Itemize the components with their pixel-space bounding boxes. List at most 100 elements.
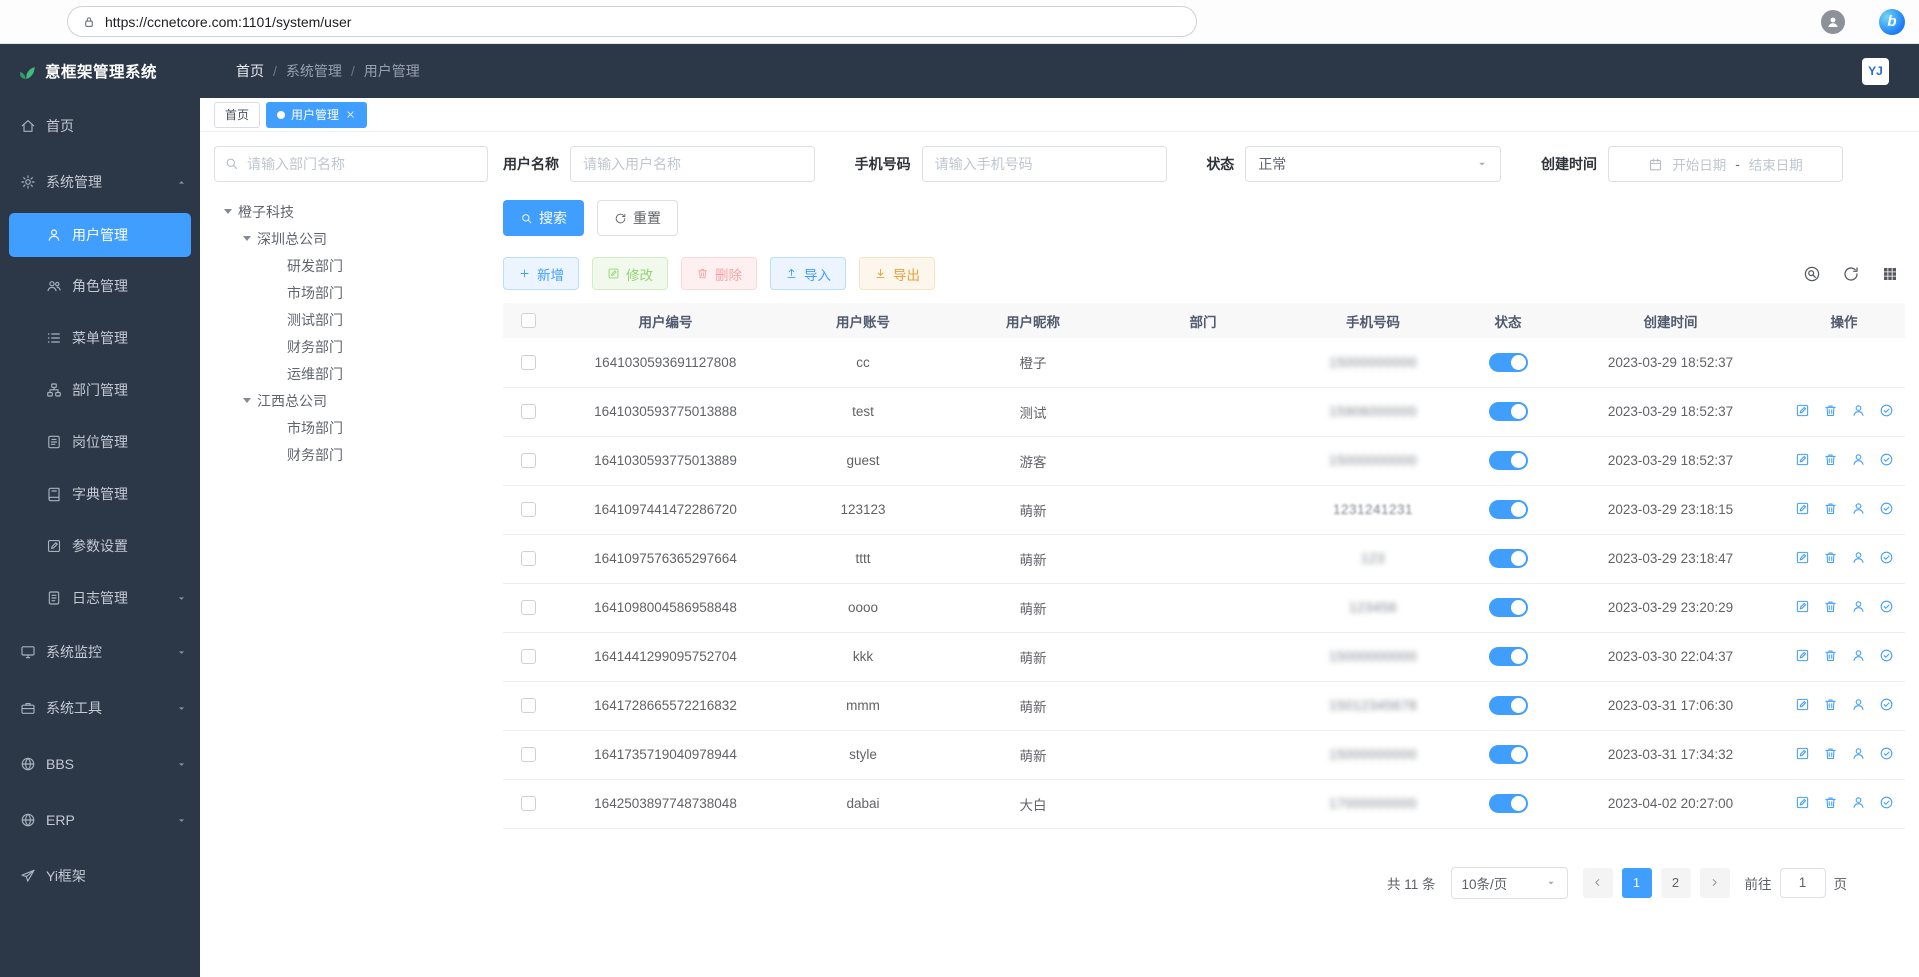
zoom-icon[interactable] — [1701, 19, 1707, 25]
sidebar-item-user-mgmt[interactable]: 用户管理 — [9, 213, 191, 257]
split-screen-icon[interactable] — [1761, 19, 1767, 25]
date-range-picker[interactable]: 开始日期 - 结束日期 — [1608, 146, 1843, 182]
tab-user-mgmt[interactable]: 用户管理 — [266, 102, 367, 128]
browser-profile-avatar[interactable] — [1821, 10, 1845, 34]
column-header[interactable]: 用户账号 — [778, 303, 948, 338]
delete-action-icon[interactable] — [1823, 501, 1838, 516]
sidebar-item-bbs[interactable]: BBS — [0, 736, 200, 792]
assign-role-action-icon[interactable] — [1879, 648, 1894, 663]
delete-action-icon[interactable] — [1823, 746, 1838, 761]
tree-node[interactable]: 研发部门 — [214, 252, 488, 279]
breadcrumb-item[interactable]: 系统管理 — [286, 61, 342, 81]
status-toggle[interactable] — [1489, 451, 1528, 470]
assign-role-action-icon[interactable] — [1879, 697, 1894, 712]
tree-node[interactable]: 财务部门 — [214, 333, 488, 360]
caret-down-icon[interactable] — [243, 398, 251, 403]
sidebar-item-param-settings[interactable]: 参数设置 — [0, 520, 200, 572]
status-toggle[interactable] — [1489, 402, 1528, 421]
edit-action-icon[interactable] — [1795, 599, 1810, 614]
reload-icon[interactable] — [29, 18, 37, 26]
row-checkbox[interactable] — [521, 551, 536, 566]
assign-role-action-icon[interactable] — [1879, 550, 1894, 565]
caret-down-icon[interactable] — [243, 236, 251, 241]
username-input[interactable] — [570, 146, 815, 182]
tab-home[interactable]: 首页 — [214, 102, 260, 128]
reset-password-action-icon[interactable] — [1851, 648, 1866, 663]
refresh-table-icon[interactable] — [1842, 265, 1860, 283]
edit-action-icon[interactable] — [1795, 746, 1810, 761]
column-header[interactable]: 部门 — [1118, 303, 1288, 338]
sidebar-item-dept-mgmt[interactable]: 部门管理 — [0, 364, 200, 416]
reset-password-action-icon[interactable] — [1851, 501, 1866, 516]
row-checkbox[interactable] — [521, 796, 536, 811]
copilot-icon[interactable]: b — [1879, 9, 1905, 35]
edit-action-icon[interactable] — [1795, 452, 1810, 467]
column-header[interactable]: 用户昵称 — [948, 303, 1118, 338]
row-checkbox[interactable] — [521, 453, 536, 468]
breadcrumb-item[interactable]: 首页 — [236, 61, 264, 81]
sidebar-item-dict-mgmt[interactable]: 字典管理 — [0, 468, 200, 520]
tree-node[interactable]: 江西总公司 — [214, 387, 488, 414]
add-favorite-icon[interactable] — [1721, 19, 1727, 25]
column-settings-icon[interactable] — [1881, 265, 1899, 283]
sidebar-item-post-mgmt[interactable]: 岗位管理 — [0, 416, 200, 468]
add-button[interactable]: 新增 — [503, 257, 579, 290]
sidebar-item-menu-mgmt[interactable]: 菜单管理 — [0, 312, 200, 364]
address-bar[interactable]: https://ccnetcore.com:1101/system/user — [67, 6, 1197, 37]
read-aloud-icon[interactable] — [1681, 19, 1687, 25]
more-icon[interactable] — [1859, 19, 1865, 25]
back-icon[interactable] — [14, 18, 22, 26]
edit-action-icon[interactable] — [1795, 501, 1810, 516]
tree-node[interactable]: 财务部门 — [214, 441, 488, 468]
edit-action-icon[interactable] — [1795, 403, 1810, 418]
sidebar-item-home[interactable]: 首页 — [0, 98, 200, 154]
sidebar-item-role-mgmt[interactable]: 角色管理 — [0, 260, 200, 312]
edit-action-icon[interactable] — [1795, 550, 1810, 565]
phone-input[interactable] — [922, 146, 1167, 182]
reset-password-action-icon[interactable] — [1851, 452, 1866, 467]
edit-action-icon[interactable] — [1795, 648, 1810, 663]
reset-password-action-icon[interactable] — [1851, 599, 1866, 614]
column-header[interactable]: 用户编号 — [553, 303, 778, 338]
assign-role-action-icon[interactable] — [1879, 599, 1894, 614]
reset-password-action-icon[interactable] — [1851, 550, 1866, 565]
status-toggle[interactable] — [1489, 696, 1528, 715]
page-button-1[interactable]: 1 — [1622, 868, 1652, 898]
edit-button[interactable]: 修改 — [592, 257, 668, 290]
status-toggle[interactable] — [1489, 549, 1528, 568]
column-header[interactable]: 状态 — [1458, 303, 1558, 338]
row-checkbox[interactable] — [521, 355, 536, 370]
tree-node[interactable]: 市场部门 — [214, 414, 488, 441]
column-header[interactable]: 操作 — [1783, 303, 1905, 338]
prev-page-button[interactable] — [1583, 868, 1613, 898]
reset-password-action-icon[interactable] — [1851, 697, 1866, 712]
browser-essentials-icon[interactable] — [1741, 19, 1747, 25]
delete-action-icon[interactable] — [1823, 403, 1838, 418]
sidebar-item-system-monitor[interactable]: 系统监控 — [0, 624, 200, 680]
favorites-icon[interactable] — [1781, 19, 1787, 25]
collections-icon[interactable] — [1801, 19, 1807, 25]
delete-action-icon[interactable] — [1823, 599, 1838, 614]
dept-search-input[interactable] — [214, 146, 488, 182]
sidebar-item-yi-framework[interactable]: Yi框架 — [0, 848, 200, 904]
page-button-2[interactable]: 2 — [1661, 868, 1691, 898]
toggle-search-icon[interactable] — [1803, 265, 1821, 283]
row-checkbox[interactable] — [521, 502, 536, 517]
import-button[interactable]: 导入 — [770, 257, 846, 290]
status-toggle[interactable] — [1489, 794, 1528, 813]
reset-password-action-icon[interactable] — [1851, 795, 1866, 810]
status-toggle[interactable] — [1489, 745, 1528, 764]
assign-role-action-icon[interactable] — [1879, 501, 1894, 516]
select-all-checkbox[interactable] — [521, 313, 536, 328]
delete-action-icon[interactable] — [1823, 648, 1838, 663]
assign-role-action-icon[interactable] — [1879, 452, 1894, 467]
export-button[interactable]: 导出 — [859, 257, 935, 290]
tree-node[interactable]: 深圳总公司 — [214, 225, 488, 252]
sidebar-item-log-mgmt[interactable]: 日志管理 — [0, 572, 200, 624]
page-size-select[interactable]: 10条/页 — [1451, 867, 1568, 899]
tree-node[interactable]: 橙子科技 — [214, 198, 488, 225]
password-key-icon[interactable] — [1661, 19, 1667, 25]
row-checkbox[interactable] — [521, 600, 536, 615]
status-toggle[interactable] — [1489, 500, 1528, 519]
edit-action-icon[interactable] — [1795, 795, 1810, 810]
